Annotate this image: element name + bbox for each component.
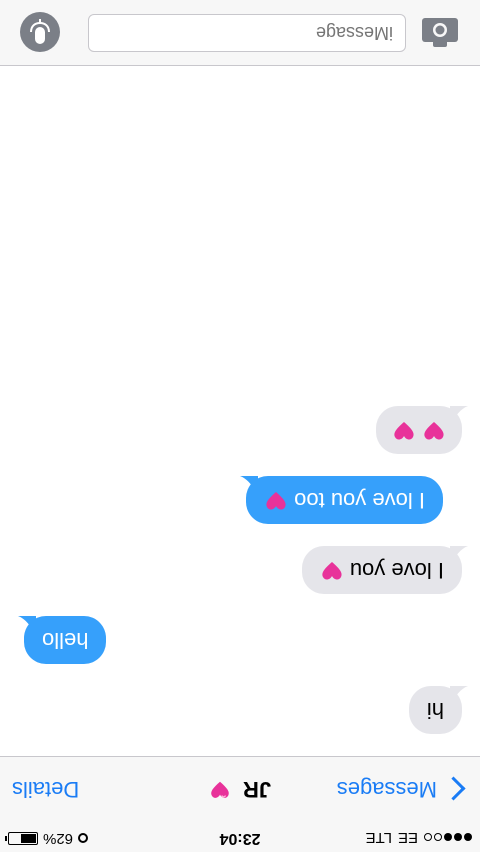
microphone-button[interactable] bbox=[20, 12, 60, 52]
message-bubble-received[interactable] bbox=[375, 406, 468, 454]
details-button[interactable]: Details bbox=[12, 776, 79, 802]
message-text: I love you too bbox=[294, 488, 425, 513]
contact-name: JR bbox=[243, 777, 272, 802]
heart-emoji-icon bbox=[424, 422, 444, 440]
message-text: I love you bbox=[349, 558, 444, 583]
camera-icon[interactable] bbox=[420, 15, 460, 49]
compose-bar bbox=[0, 0, 480, 66]
battery-percent: 62% bbox=[43, 830, 74, 847]
message-bubble-received[interactable]: hi bbox=[408, 686, 468, 734]
nav-bar: Messages JR Details bbox=[0, 756, 480, 822]
microphone-icon bbox=[30, 19, 50, 44]
heart-emoji-icon bbox=[266, 492, 286, 510]
message-bubble-sent[interactable]: I love you too bbox=[240, 476, 443, 524]
message-bubble-sent[interactable]: hello bbox=[18, 616, 107, 664]
status-bar: EE LTE 23:04 62% bbox=[0, 822, 480, 852]
message-thread: hi hello I love you I love you too bbox=[0, 66, 480, 756]
heart-emoji-icon bbox=[394, 422, 414, 440]
message-text: hello bbox=[42, 628, 89, 653]
rotation-lock-icon bbox=[78, 833, 89, 844]
message-input[interactable] bbox=[88, 14, 406, 52]
message-bubble-received[interactable]: I love you bbox=[301, 546, 468, 594]
status-right: 62% bbox=[5, 830, 89, 847]
battery-icon bbox=[5, 832, 38, 845]
messages-screen: EE LTE 23:04 62% Messages JR Details hi … bbox=[0, 0, 480, 852]
sparkling-heart-icon bbox=[211, 781, 229, 798]
message-text: hi bbox=[426, 698, 444, 723]
heart-emoji-icon bbox=[322, 562, 342, 580]
